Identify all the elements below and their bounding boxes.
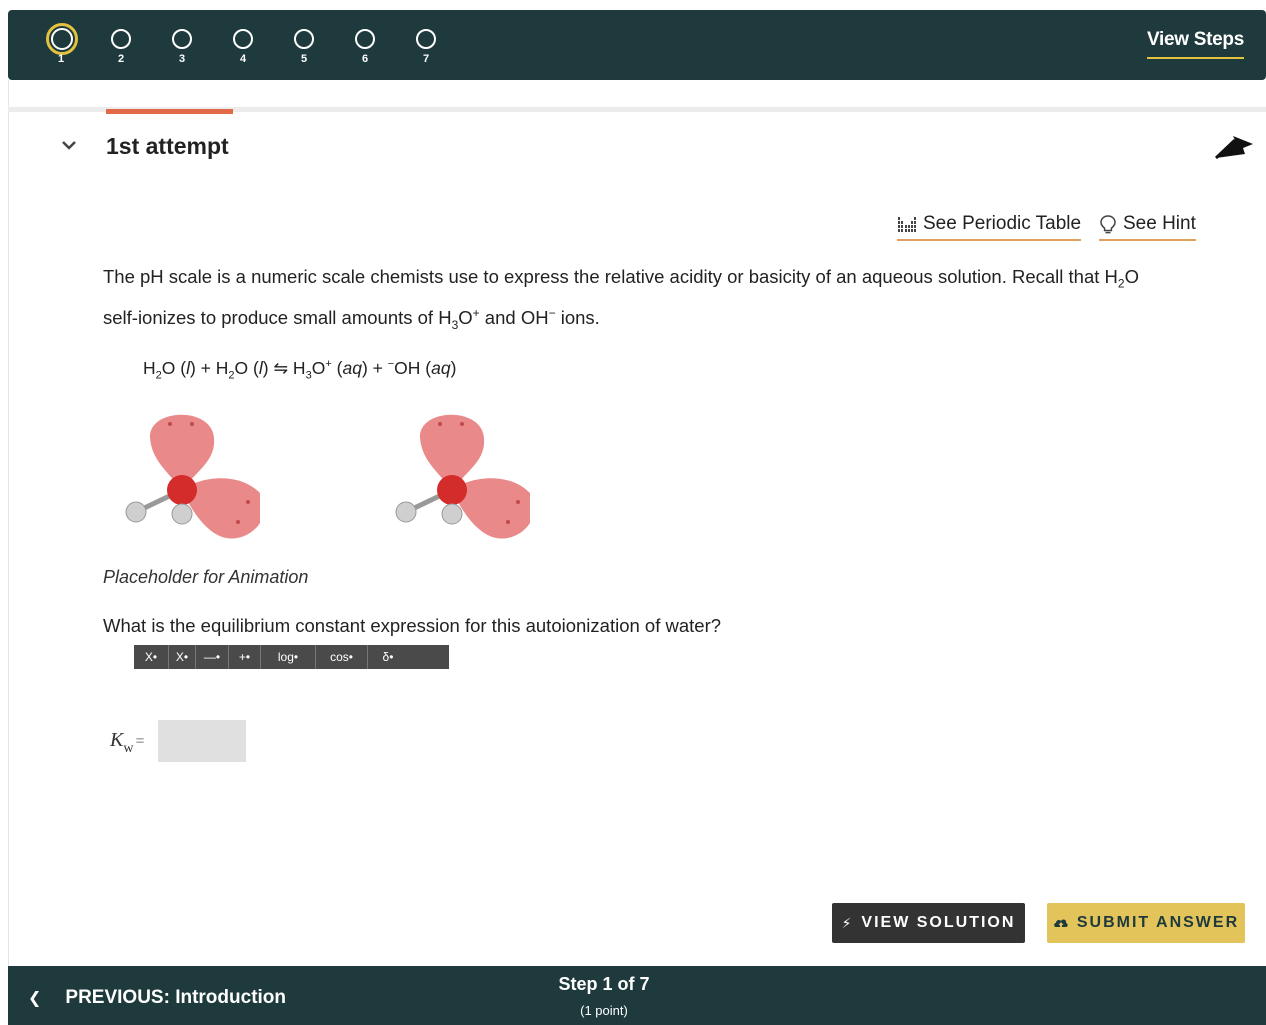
log-button[interactable]: log• [261, 645, 316, 669]
step-circle [111, 29, 131, 49]
step-number: 3 [178, 53, 186, 65]
bottom-navigation-bar: ❮ PREVIOUS: Introduction Step 1 of 7 (1 … [8, 966, 1266, 1025]
submit-answer-button[interactable]: SUBMIT ANSWER [1047, 903, 1245, 943]
question-prompt: What is the equilibrium constant express… [103, 615, 722, 636]
submit-answer-label: SUBMIT ANSWER [1076, 914, 1240, 931]
view-solution-button[interactable]: ⚡︎ VIEW SOLUTION [832, 903, 1025, 943]
step-3[interactable]: 3 [167, 24, 197, 74]
autoionization-equation: H2O (l) + H2O (l) ⇋ H3O+ (aq) + −OH (aq) [143, 358, 457, 382]
step-circle [233, 29, 253, 49]
operators-button[interactable]: +• [229, 645, 261, 669]
kw-label: Kw = [110, 729, 145, 756]
attempt-tab-accent [106, 109, 233, 114]
step-current-indicator [46, 23, 78, 55]
greek-button[interactable]: δ• [368, 645, 408, 669]
superscript-button[interactable]: X• [134, 645, 169, 669]
chevron-down-icon[interactable] [60, 139, 78, 153]
step-circle [294, 29, 314, 49]
chevron-left-icon: ❮ [28, 990, 42, 1007]
see-periodic-table-link[interactable]: See Periodic Table [897, 213, 1082, 241]
step-circle [416, 29, 436, 49]
step-progress: Step 1 of 7 (1 point) [548, 974, 660, 1018]
animation-placeholder: Placeholder for Animation [103, 567, 309, 587]
step-1[interactable]: 1 [46, 23, 78, 74]
step-count: Step 1 of 7 [558, 974, 650, 994]
kw-answer-input[interactable] [158, 720, 246, 762]
step-4[interactable]: 4 [228, 24, 258, 74]
attempt-title: 1st attempt [106, 133, 229, 159]
flag-icon[interactable] [1213, 132, 1255, 162]
lightbulb-icon [1100, 215, 1116, 234]
see-hint-link[interactable]: See Hint [1099, 213, 1196, 241]
step-number: 1 [57, 53, 65, 65]
step-7[interactable]: 7 [411, 24, 441, 74]
trig-button[interactable]: cos• [316, 645, 368, 669]
step-number: 5 [300, 53, 308, 65]
step-number: 7 [422, 53, 430, 65]
subscript-button[interactable]: X• [169, 645, 196, 669]
cloud-upload-icon [1053, 919, 1068, 928]
step-number: 4 [239, 53, 247, 65]
water-molecule-image [395, 414, 530, 539]
step-points: (1 point) [580, 1003, 628, 1018]
view-solution-label: VIEW SOLUTION [861, 914, 1016, 931]
previous-step-label: PREVIOUS: Introduction [65, 987, 287, 1008]
step-5[interactable]: 5 [289, 24, 319, 74]
step-number: 6 [361, 53, 369, 65]
periodic-table-label: See Periodic Table [923, 213, 1082, 234]
step-circle [355, 29, 375, 49]
equation-editor-toolbar: X• X• —• +• log• cos• δ• [134, 645, 449, 669]
step-circle [172, 29, 192, 49]
step-navigation-bar: 1 2 3 4 5 6 7 View Steps [8, 10, 1266, 80]
step-number: 2 [117, 53, 125, 65]
previous-step-button[interactable]: ❮ PREVIOUS: Introduction [28, 987, 286, 1009]
water-molecule-image [125, 414, 260, 539]
periodic-table-icon [898, 217, 916, 232]
step-6[interactable]: 6 [350, 24, 380, 74]
step-2[interactable]: 2 [106, 24, 136, 74]
hint-label: See Hint [1123, 213, 1196, 234]
view-steps-link[interactable]: View Steps [1147, 29, 1244, 59]
lightning-icon: ⚡︎ [841, 914, 854, 931]
question-intro: The pH scale is a numeric scale chemists… [103, 266, 1139, 332]
fraction-button[interactable]: —• [196, 645, 229, 669]
